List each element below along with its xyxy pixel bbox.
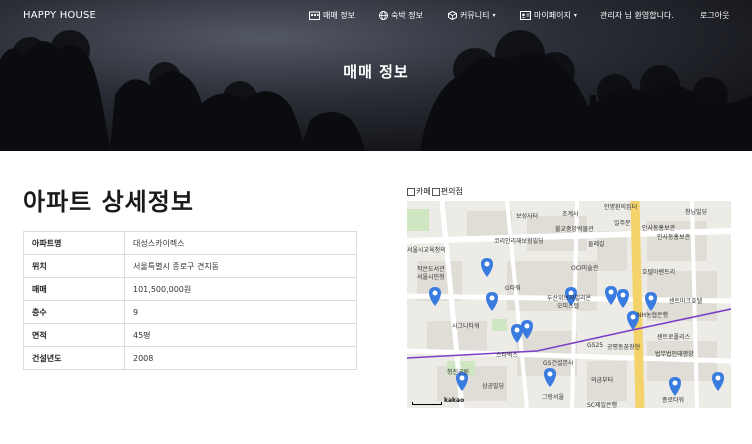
nav-item-logout[interactable]: 로그아웃 (700, 10, 729, 21)
map-label: 오피스텔 (557, 303, 580, 310)
table-row: 매매 101,500,000원 (23, 277, 357, 301)
nav-item-mypage[interactable]: 마이페이지 ▾ (520, 10, 577, 21)
map-view[interactable]: 보성사터 조계사 안명환의집터 일주문 청님빌딩 인사동홍보관 불교중앙박물관 … (407, 201, 731, 408)
map-label: 센트로폴리스 (657, 334, 691, 341)
map-label: 청진공원 (447, 369, 470, 376)
row-key: 면적 (23, 323, 125, 347)
nav-item-community[interactable]: 커뮤니티 ▾ (448, 10, 495, 21)
nav-item-label: 마이페이지 (534, 11, 571, 20)
map-label: 둘레길 (588, 241, 605, 248)
row-value: 대성스카이렉스 (124, 231, 357, 255)
map-label: 인사동홍보관 (642, 225, 676, 232)
map-label: 조계사 (562, 211, 579, 218)
map-label: G타워 (505, 285, 521, 292)
map-label: 코리안리재보험빌딩 (494, 238, 544, 245)
map-label: OCI미술관 (571, 265, 599, 272)
map-marker-dot (489, 295, 495, 301)
map-label: GS25 (587, 342, 604, 349)
nav-item-label: 커뮤니티 (460, 11, 490, 20)
table-row: 위치 서울특별시 종로구 견지동 (23, 254, 357, 278)
convenience-store-checkbox-label: 편의점 (440, 187, 463, 196)
row-key: 매매 (23, 277, 125, 301)
table-row: 아파트명 대성스카이렉스 (23, 231, 357, 255)
row-key: 위치 (23, 254, 125, 278)
box-icon (448, 11, 457, 20)
map-label: NH농협은행 (637, 312, 669, 319)
map-marker-dot (484, 261, 490, 267)
nav-item-label: 숙박 정보 (391, 11, 423, 20)
map-marker-dot (715, 375, 721, 381)
convenience-store-checkbox[interactable] (431, 187, 440, 196)
map-label: 종로타워 (662, 397, 685, 404)
map-marker-dot (524, 323, 530, 329)
id-card-icon (520, 11, 531, 20)
map-label: 그랑서울 (542, 394, 565, 401)
map-label: GS건설본사 (543, 360, 574, 367)
map-label: 의금부터 (591, 377, 614, 384)
hero-title: 매매 정보 (343, 63, 409, 81)
map-label: 일주문 (614, 220, 631, 227)
map-label: 시그니타워 (452, 323, 480, 330)
apartment-detail-table: 아파트명 대성스카이렉스 위치 서울특별시 종로구 견지동 매매 101,500… (23, 231, 357, 370)
map-marker-dot (648, 295, 654, 301)
map-marker-dot (620, 292, 626, 298)
row-value: 9 (124, 300, 357, 324)
map-label: 호텔아벤트리 (642, 269, 676, 276)
nav-item-sale-info[interactable]: 매매 정보 (309, 10, 355, 21)
nav-item-label: 매매 정보 (323, 11, 355, 20)
map-label: 스타벅스 (496, 352, 519, 359)
map-label: SC제일은행 (587, 402, 618, 408)
map-marker-dot (432, 290, 438, 296)
table-row: 층수 9 (23, 300, 357, 324)
chevron-down-icon: ▾ (492, 12, 496, 19)
map-filter-group: 카페 편의점 (407, 186, 463, 197)
table-row: 건설년도 2008 (23, 346, 357, 370)
map-attribution: kakao (444, 397, 465, 404)
hero-banner: HAPPY HOUSE 매매 정보 숙박 정보 커뮤니티 ▾ 마이페이지 ▾ 관… (0, 0, 752, 151)
cafe-checkbox[interactable] (407, 187, 415, 196)
map-label: 서울시민청 (417, 274, 445, 281)
row-value: 101,500,000원 (124, 277, 357, 301)
table-row: 면적 45평 (23, 323, 357, 347)
row-value: 45평 (124, 323, 357, 347)
map-marker-dot (459, 375, 465, 381)
row-key: 층수 (23, 300, 125, 324)
welcome-text: 관리자 님 환영합니다. (600, 11, 674, 20)
map-label: 공평동꿈장현 (607, 344, 641, 351)
row-value: 서울특별시 종로구 견지동 (124, 254, 357, 278)
cafe-checkbox-label: 카페 (416, 187, 431, 196)
nav-item-welcome: 관리자 님 환영합니다. (600, 10, 674, 21)
map-scale-bar (412, 402, 442, 405)
map-marker-dot (608, 289, 614, 295)
map-label: 센트마크호텔 (669, 298, 703, 305)
globe-icon (379, 11, 388, 20)
map-marker-dot (672, 380, 678, 386)
page-title: 아파트 상세정보 (23, 188, 194, 216)
building-icon (309, 11, 320, 20)
row-key: 건설년도 (23, 346, 125, 370)
map-label: 서울시교육청의 (407, 247, 446, 254)
top-nav: 매매 정보 숙박 정보 커뮤니티 ▾ 마이페이지 ▾ 관리자 님 환영합니다. … (0, 10, 752, 24)
map-label: 보성사터 (516, 213, 539, 220)
map-label: 인사동홍보관 (657, 234, 691, 241)
map-label: 법무법인태평양 (655, 351, 694, 358)
chevron-down-icon: ▾ (573, 12, 577, 19)
row-key: 아파트명 (23, 231, 125, 255)
map-label: 삼공빌딩 (482, 383, 505, 390)
nav-item-lodging-info[interactable]: 숙박 정보 (379, 10, 423, 21)
map-label: 불교중앙박물관 (555, 226, 594, 233)
map-marker-dot (547, 371, 553, 377)
logout-link: 로그아웃 (700, 11, 730, 20)
map-marker-dot (514, 327, 520, 333)
map-label: 안명환의집터 (604, 204, 638, 211)
row-value: 2008 (124, 346, 357, 370)
map-marker-dot (630, 314, 636, 320)
map-label: 청님빌딩 (685, 209, 708, 216)
